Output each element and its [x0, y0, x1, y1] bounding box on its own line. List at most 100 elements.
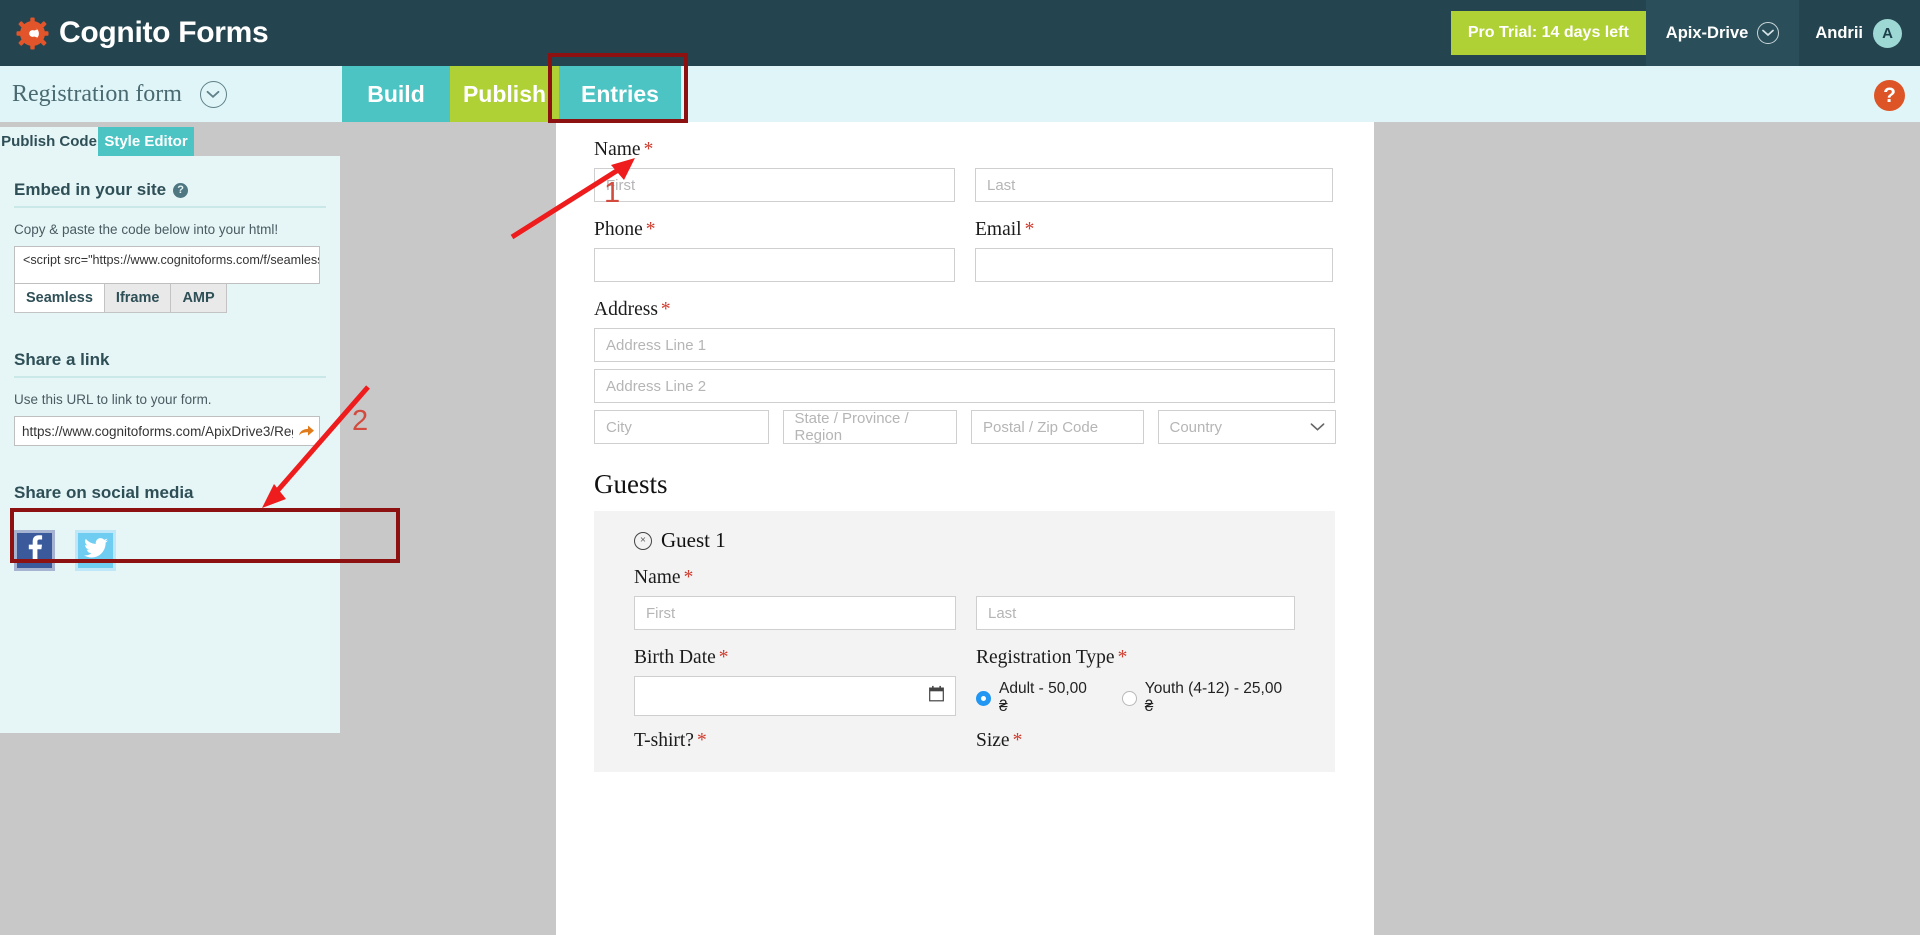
app-root: Cognito Forms Pro Trial: 14 days left Ap…: [0, 0, 1920, 935]
embed-code-textarea[interactable]: <script src="https://www.cognitoforms.co…: [14, 246, 320, 284]
label-phone: Phone *: [594, 219, 955, 241]
avatar: A: [1873, 18, 1902, 48]
tab-entries[interactable]: Entries: [559, 66, 681, 122]
city-state-zip-country-row: City State / Province / Region Postal / …: [594, 410, 1336, 444]
chevron-down-icon: [1757, 22, 1780, 44]
address-line-1-input[interactable]: Address Line 1: [594, 328, 1335, 362]
guests-section-title: Guests: [594, 469, 668, 499]
pro-trial-badge[interactable]: Pro Trial: 14 days left: [1450, 11, 1646, 55]
label-tshirt: T-shirt? *: [634, 730, 956, 752]
chevron-down-icon: [1310, 419, 1325, 436]
tab-style-editor[interactable]: Style Editor: [98, 127, 194, 156]
embed-tab-amp[interactable]: AMP: [171, 284, 227, 313]
embed-tab-seamless[interactable]: Seamless: [14, 284, 105, 313]
address1-row: Address Line 1: [594, 328, 1336, 362]
radio-youth[interactable]: Youth (4-12) - 25,00 ₴: [1121, 680, 1295, 716]
required-asterisk: *: [696, 730, 707, 751]
publish-tabstrip: Publish Code Style Editor: [0, 122, 545, 156]
guest-card: × Guest 1 Name * First Last Birth Date * R…: [594, 511, 1335, 772]
radio-youth-input[interactable]: [1121, 690, 1137, 706]
registration-type-radios: Adult - 50,00 ₴ Youth (4-12) - 25,00 ₴: [976, 680, 1295, 716]
annotation-step-1: 1: [604, 177, 621, 209]
left-column: Publish Code Style Editor Embed in your …: [0, 122, 545, 935]
share-url-field[interactable]: https://www.cognitoforms.com/ApixDrive3/…: [14, 416, 320, 446]
divider: [14, 376, 326, 378]
label-guest-name-text: Name: [634, 567, 681, 588]
twitter-share-button[interactable]: [75, 530, 116, 571]
label-tshirt-text: T-shirt?: [634, 730, 694, 751]
social-heading: Share on social media: [14, 483, 194, 502]
name-first-input[interactable]: First: [594, 168, 955, 202]
remove-guest-icon[interactable]: ×: [634, 531, 652, 550]
facebook-icon: [27, 535, 43, 566]
phone-email-row: [594, 248, 1336, 282]
required-asterisk: *: [643, 139, 654, 160]
label-registration-type-text: Registration Type: [976, 647, 1115, 668]
label-guest-name: Name *: [634, 567, 1295, 589]
city-input[interactable]: City: [594, 410, 769, 444]
embed-tab-iframe[interactable]: Iframe: [104, 284, 172, 313]
form-card: Name * First Last Phone * Email * Address *: [556, 122, 1374, 935]
required-asterisk: *: [660, 299, 671, 320]
zip-input[interactable]: Postal / Zip Code: [971, 410, 1144, 444]
form-menu-chevron-icon[interactable]: [199, 80, 227, 108]
embed-type-tabs: Seamless Iframe AMP: [14, 284, 326, 313]
page-title: Registration form: [12, 80, 182, 107]
cognito-gear-icon: [16, 17, 49, 50]
birthdate-regtype-row: Adult - 50,00 ₴ Youth (4-12) - 25,00 ₴: [634, 676, 1295, 716]
label-name: Name *: [594, 139, 1336, 161]
radio-adult[interactable]: Adult - 50,00 ₴: [976, 680, 1100, 716]
phone-input[interactable]: [594, 248, 955, 282]
facebook-share-button[interactable]: [14, 530, 55, 571]
guest-first-input[interactable]: First: [634, 596, 956, 630]
phone-email-label-row: Phone * Email *: [594, 202, 1336, 241]
name-row: First Last: [594, 168, 1336, 202]
required-asterisk: *: [1024, 219, 1035, 240]
name-last-input[interactable]: Last: [975, 168, 1333, 202]
brand-logo-group[interactable]: Cognito Forms: [0, 16, 269, 50]
state-input[interactable]: State / Province / Region: [782, 410, 957, 444]
share-link-hint: Use this URL to link to your form.: [14, 392, 212, 407]
required-asterisk: *: [683, 567, 694, 588]
embed-heading-text: Embed in your site: [14, 180, 167, 199]
birth-date-field[interactable]: [634, 676, 956, 716]
help-button[interactable]: ?: [1874, 80, 1905, 111]
country-select[interactable]: Country: [1157, 410, 1336, 444]
required-asterisk: *: [645, 219, 656, 240]
guest-header: × Guest 1: [634, 528, 1295, 553]
registration-type-field: Adult - 50,00 ₴ Youth (4-12) - 25,00 ₴: [976, 676, 1295, 716]
label-birth-date: Birth Date *: [634, 647, 956, 669]
label-address-text: Address: [594, 299, 658, 320]
embed-hint: Copy & paste the code below into your ht…: [14, 222, 279, 237]
open-link-icon[interactable]: [293, 424, 319, 438]
form-nav-bar: Registration form Build Publish Entries …: [0, 66, 1920, 122]
form-title-group[interactable]: Registration form: [12, 66, 227, 122]
label-birth-date-text: Birth Date: [634, 647, 716, 668]
address2-row: Address Line 2: [594, 369, 1336, 403]
radio-adult-input[interactable]: [976, 690, 991, 706]
guest-second-label-row: Birth Date * Registration Type *: [634, 630, 1295, 669]
brand-name: Cognito Forms: [59, 16, 269, 49]
divider: [14, 509, 326, 511]
birth-date-input[interactable]: [634, 676, 956, 716]
tab-publish[interactable]: Publish: [450, 66, 559, 122]
share-link-heading: Share a link: [14, 350, 110, 369]
calendar-icon[interactable]: [929, 685, 944, 707]
tshirt-size-label-row: T-shirt? * Size *: [634, 730, 1295, 752]
top-bar: Cognito Forms Pro Trial: 14 days left Ap…: [0, 0, 1920, 66]
user-menu[interactable]: Andrii A: [1799, 0, 1920, 66]
label-registration-type: Registration Type *: [976, 647, 1295, 669]
tab-publish-code[interactable]: Publish Code: [0, 127, 98, 156]
form-preview-area: Name * First Last Phone * Email * Address *: [545, 122, 1920, 935]
guest-last-input[interactable]: Last: [976, 596, 1295, 630]
radio-adult-label: Adult - 50,00 ₴: [999, 680, 1087, 715]
org-switcher[interactable]: Apix-Drive: [1645, 0, 1800, 66]
publish-panel: Embed in your site ? Copy & paste the co…: [0, 156, 340, 733]
embed-help-icon[interactable]: ?: [173, 182, 189, 198]
twitter-icon: [83, 538, 108, 563]
tab-build[interactable]: Build: [342, 66, 450, 122]
email-input[interactable]: [975, 248, 1333, 282]
guest-name-row: First Last: [634, 596, 1295, 630]
address-line-2-input[interactable]: Address Line 2: [594, 369, 1335, 403]
annotation-step-2: 2: [352, 405, 369, 437]
